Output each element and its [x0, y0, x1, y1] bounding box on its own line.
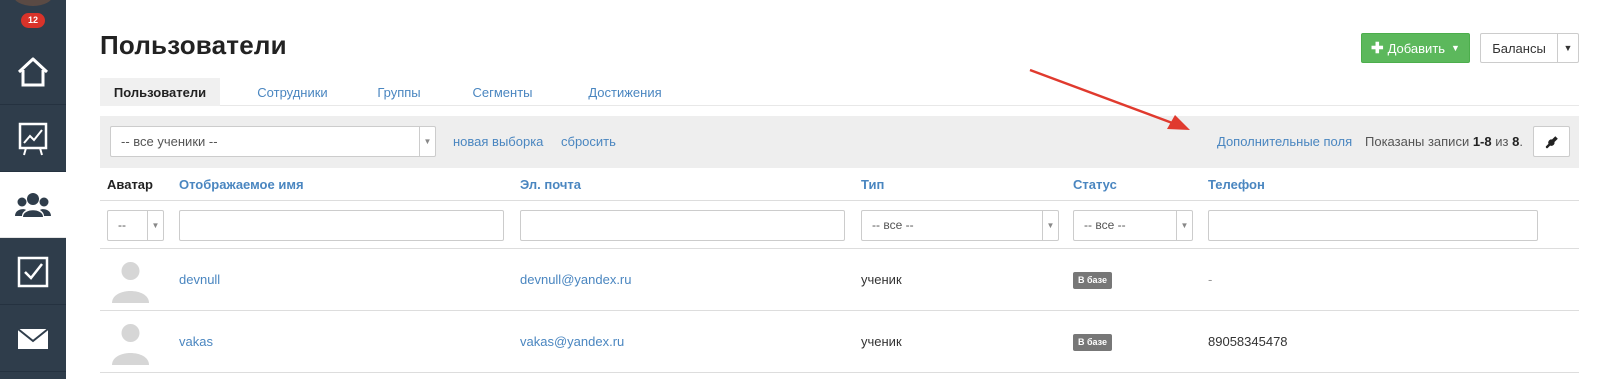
page-title: Пользователи [100, 30, 287, 60]
records-prefix: Показаны записи [1365, 134, 1473, 149]
sidebar-item-home[interactable] [0, 39, 66, 105]
user-name-link[interactable]: devnull [179, 249, 220, 311]
caret-down-icon: ▼ [1451, 43, 1460, 53]
phone-filter-input[interactable] [1208, 210, 1538, 241]
tab-users[interactable]: Пользователи [100, 78, 220, 106]
table-row[interactable]: devnull devnull@yandex.ru ученик В базе … [100, 249, 1579, 311]
home-icon [17, 57, 49, 86]
tab-groups[interactable]: Группы [368, 78, 430, 106]
balances-button[interactable]: Балансы [1480, 33, 1558, 63]
wrench-icon [1545, 135, 1558, 148]
sidebar: 12 [0, 0, 66, 379]
user-email-link[interactable]: devnull@yandex.ru [520, 249, 631, 311]
records-of: из [1491, 134, 1513, 149]
add-button-label: Добавить [1387, 40, 1446, 56]
user-placeholder-icon [112, 262, 149, 303]
settings-button[interactable] [1533, 126, 1570, 157]
extra-fields-link[interactable]: Дополнительные поля [1217, 116, 1352, 168]
tab-segments[interactable]: Сегменты [465, 78, 540, 106]
column-header-email[interactable]: Эл. почта [520, 168, 581, 201]
learners-select[interactable]: -- все ученики -- ▼ [110, 126, 436, 157]
user-type: ученик [861, 334, 902, 349]
status-filter-select[interactable]: -- все -- ▼ [1073, 210, 1193, 241]
sidebar-item-statistics[interactable] [0, 106, 66, 172]
tab-achievements[interactable]: Достижения [575, 78, 675, 106]
user-name-link[interactable]: vakas [179, 311, 213, 373]
user-phone: 89058345478 [1208, 334, 1288, 349]
table-header: Аватар Отображаемое имя Эл. почта Тип Ст… [100, 168, 1579, 201]
user-phone: - [1208, 272, 1213, 287]
user-type: ученик [861, 272, 902, 287]
user-placeholder-icon [112, 324, 149, 365]
dropdown-arrow-icon: ▼ [419, 127, 435, 156]
avatar-filter-value: -- [118, 218, 126, 232]
plus-icon: ✚ [1371, 39, 1384, 57]
status-badge: В базе [1073, 272, 1113, 289]
tab-bar: Пользователи Сотрудники Группы Сегменты … [100, 78, 1579, 106]
sidebar-item-tasks[interactable] [0, 239, 66, 305]
column-header-phone[interactable]: Телефон [1208, 168, 1265, 201]
add-button[interactable]: ✚ Добавить ▼ [1361, 33, 1470, 63]
name-filter-input[interactable] [179, 210, 504, 241]
records-range: 1-8 [1472, 134, 1492, 149]
reset-link[interactable]: сбросить [561, 116, 616, 168]
chart-icon [18, 122, 48, 155]
sidebar-item-messages[interactable] [0, 306, 66, 372]
users-icon [15, 192, 51, 217]
user-email-link[interactable]: vakas@yandex.ru [520, 311, 624, 373]
type-filter-value: -- все -- [872, 218, 914, 232]
avatar-filter-select[interactable]: -- ▼ [107, 210, 164, 241]
type-filter-select[interactable]: -- все -- ▼ [861, 210, 1059, 241]
learners-select-value: -- все ученики -- [121, 134, 218, 149]
new-selection-link[interactable]: новая выборка [453, 116, 543, 168]
checkbox-icon [17, 256, 49, 287]
status-filter-value: -- все -- [1084, 218, 1126, 232]
mail-icon [17, 327, 49, 349]
dropdown-arrow-icon: ▼ [147, 211, 163, 240]
column-header-display-name[interactable]: Отображаемое имя [179, 168, 304, 201]
avatar[interactable] [13, 0, 53, 6]
records-suffix: . [1519, 134, 1523, 149]
column-header-type[interactable]: Тип [861, 168, 884, 201]
notification-badge[interactable]: 12 [21, 13, 45, 28]
status-badge: В базе [1073, 334, 1113, 351]
table-row[interactable]: vakas vakas@yandex.ru ученик В базе 8905… [100, 311, 1579, 373]
email-filter-input[interactable] [520, 210, 845, 241]
column-header-status[interactable]: Статус [1073, 168, 1117, 201]
caret-down-icon: ▼ [1563, 43, 1573, 53]
column-header-avatar: Аватар [107, 177, 153, 192]
balances-dropdown-toggle[interactable]: ▼ [1557, 33, 1579, 63]
dropdown-arrow-icon: ▼ [1042, 211, 1058, 240]
sidebar-item-users[interactable] [0, 172, 66, 238]
table-filter-row: -- ▼ -- все -- ▼ -- все -- ▼ [100, 201, 1579, 249]
tab-employees[interactable]: Сотрудники [240, 78, 345, 106]
sidebar-profile-area[interactable]: 12 [0, 0, 66, 35]
filter-bar: -- все ученики -- ▼ новая выборка сброси… [100, 116, 1579, 168]
records-count: Показаны записи 1-8 из 8. [1365, 116, 1523, 168]
dropdown-arrow-icon: ▼ [1176, 211, 1192, 240]
